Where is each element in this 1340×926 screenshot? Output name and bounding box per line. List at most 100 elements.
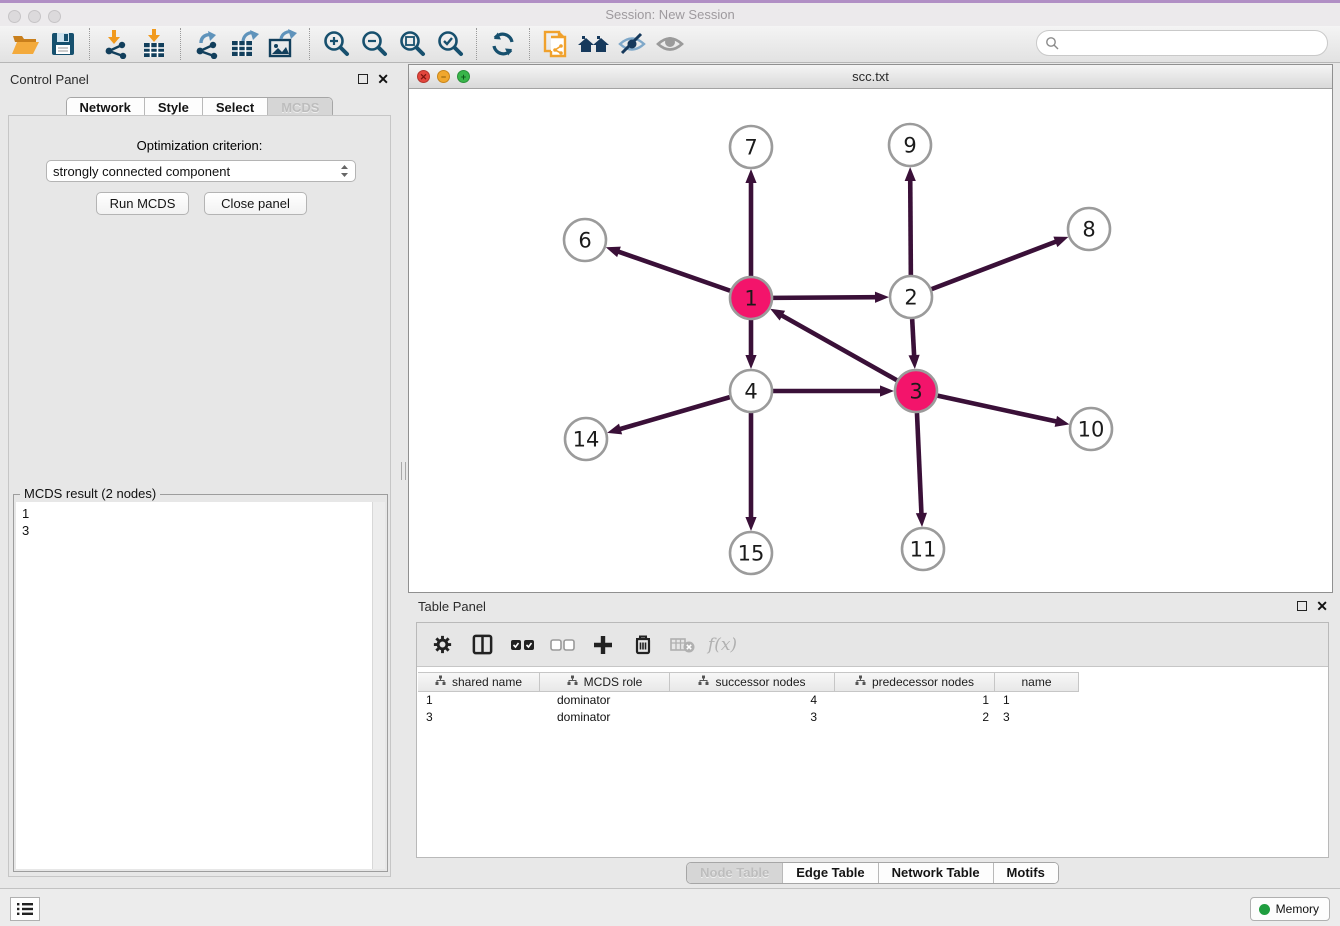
network-window-title: scc.txt [409, 69, 1332, 84]
tab-network-table[interactable]: Network Table [879, 863, 994, 883]
network-window-titlebar[interactable]: ✕ − + scc.txt [409, 65, 1332, 89]
graph-node-label-2: 2 [904, 286, 917, 310]
graph-node-label-9: 9 [903, 134, 916, 158]
criterion-dropdown[interactable]: strongly connected component [46, 160, 356, 182]
panel-splitter-grip[interactable] [401, 462, 406, 480]
run-mcds-button[interactable]: Run MCDS [96, 192, 189, 215]
graph-edge-4-14[interactable] [619, 397, 730, 429]
graph-edge-arrow-icon [1055, 416, 1070, 427]
list-icon [16, 902, 34, 916]
mcds-result-title: MCDS result (2 nodes) [20, 486, 160, 501]
app-titlebar: Session: New Session [0, 3, 1340, 26]
control-panel: Control Panel ✕ Network Style Select MCD… [0, 68, 399, 884]
table-cell[interactable]: 2 [835, 709, 995, 726]
graph-edge-3-1[interactable] [781, 315, 897, 381]
table-cell[interactable]: 1 [418, 692, 540, 709]
deselect-all-checkboxes-icon[interactable] [549, 631, 576, 658]
zoom-out-icon[interactable] [355, 27, 393, 61]
table-toolbar: f(x) [417, 623, 1328, 667]
graph-node-label-15: 15 [738, 542, 765, 566]
task-history-button[interactable] [10, 897, 40, 921]
graph-edge-3-10[interactable] [937, 396, 1057, 422]
tab-node-table[interactable]: Node Table [687, 863, 783, 883]
hide-selected-eye-slash-icon[interactable] [613, 27, 651, 61]
column-header-predecessor-nodes[interactable]: predecessor nodes [835, 672, 995, 692]
graph-edge-1-2[interactable] [773, 297, 877, 298]
graph-edge-arrow-icon [745, 517, 756, 531]
open-session-icon[interactable] [6, 27, 44, 61]
node-table: shared name MCDS rolesuccessor nodes prede… [418, 672, 1079, 726]
zoom-fit-icon[interactable] [393, 27, 431, 61]
refresh-view-icon[interactable] [484, 27, 522, 61]
save-session-icon[interactable] [44, 27, 82, 61]
graph-edge-3-11[interactable] [917, 413, 922, 515]
table-cell[interactable]: 3 [418, 709, 540, 726]
search-input[interactable] [1059, 33, 1327, 53]
graph-edge-1-6[interactable] [617, 251, 730, 291]
mcds-result-textarea[interactable]: 13 [16, 502, 385, 869]
network-graph-canvas[interactable]: 1234678910111415 [409, 89, 1332, 592]
column-header-shared-name[interactable]: shared name [418, 672, 540, 692]
graph-node-label-7: 7 [744, 136, 757, 160]
show-hidden-eye-icon[interactable] [651, 27, 689, 61]
column-header-successor-nodes[interactable]: successor nodes [670, 672, 835, 692]
table-row[interactable]: 3dominator323 [418, 709, 1079, 726]
table-cell[interactable]: dominator [540, 692, 670, 709]
table-options-gear-icon[interactable] [429, 631, 456, 658]
graph-edge-arrow-icon [916, 513, 927, 527]
column-header-label: predecessor nodes [872, 675, 974, 689]
column-header-MCDS-role[interactable]: MCDS role [540, 672, 670, 692]
export-network-icon[interactable] [188, 27, 226, 61]
table-cell[interactable]: 1 [835, 692, 995, 709]
import-network-icon[interactable] [97, 27, 135, 61]
table-row[interactable]: 1dominator411 [418, 692, 1079, 709]
graph-edge-arrow-icon [770, 309, 785, 321]
toolbar-separator [309, 28, 310, 60]
clone-network-icon[interactable] [537, 27, 575, 61]
mcds-result-group: MCDS result (2 nodes) 13 [13, 494, 388, 872]
delete-table-icon[interactable] [669, 631, 696, 658]
stepper-icon [340, 164, 349, 178]
result-line: 1 [22, 505, 29, 522]
control-panel-float-icon[interactable] [358, 74, 368, 84]
graph-edge-arrow-icon [908, 355, 919, 369]
table-panel-float-icon[interactable] [1297, 601, 1307, 611]
export-table-icon[interactable] [226, 27, 264, 61]
search-field[interactable] [1036, 30, 1328, 56]
function-builder-icon[interactable]: f(x) [709, 631, 736, 658]
graph-edge-2-3[interactable] [912, 319, 914, 357]
graph-edge-arrow-icon [1053, 237, 1068, 247]
graph-edge-2-9[interactable] [910, 179, 911, 275]
table-cell[interactable]: 1 [995, 692, 1079, 709]
zoom-selected-icon[interactable] [431, 27, 469, 61]
toolbar-separator [89, 28, 90, 60]
add-column-icon[interactable] [589, 631, 616, 658]
select-all-checkboxes-icon[interactable] [509, 631, 536, 658]
tab-motifs[interactable]: Motifs [994, 863, 1058, 883]
table-cell[interactable]: 4 [670, 692, 835, 709]
tab-edge-table[interactable]: Edge Table [783, 863, 878, 883]
column-header-label: shared name [452, 675, 522, 689]
split-columns-icon[interactable] [469, 631, 496, 658]
import-table-icon[interactable] [135, 27, 173, 61]
column-header-name[interactable]: name [995, 672, 1079, 692]
table-panel: Table Panel ✕ [405, 595, 1340, 888]
column-sort-icon [435, 675, 446, 689]
table-cell[interactable]: dominator [540, 709, 670, 726]
home-view-icon[interactable] [575, 27, 613, 61]
graph-node-label-14: 14 [573, 428, 600, 452]
graph-node-label-10: 10 [1078, 418, 1105, 442]
graph-edge-2-8[interactable] [932, 241, 1058, 289]
table-cell[interactable]: 3 [670, 709, 835, 726]
control-panel-close-icon[interactable]: ✕ [377, 74, 389, 84]
fx-label: f(x) [708, 635, 737, 655]
delete-column-trash-icon[interactable] [629, 631, 656, 658]
table-panel-close-icon[interactable]: ✕ [1316, 601, 1328, 611]
mcds-panel: Optimization criterion: strongly connect… [8, 115, 391, 877]
zoom-in-icon[interactable] [317, 27, 355, 61]
close-panel-button[interactable]: Close panel [204, 192, 307, 215]
export-image-icon[interactable] [264, 27, 302, 61]
memory-button[interactable]: Memory [1250, 897, 1330, 921]
result-scrollbar[interactable] [372, 502, 385, 869]
table-cell[interactable]: 3 [995, 709, 1079, 726]
